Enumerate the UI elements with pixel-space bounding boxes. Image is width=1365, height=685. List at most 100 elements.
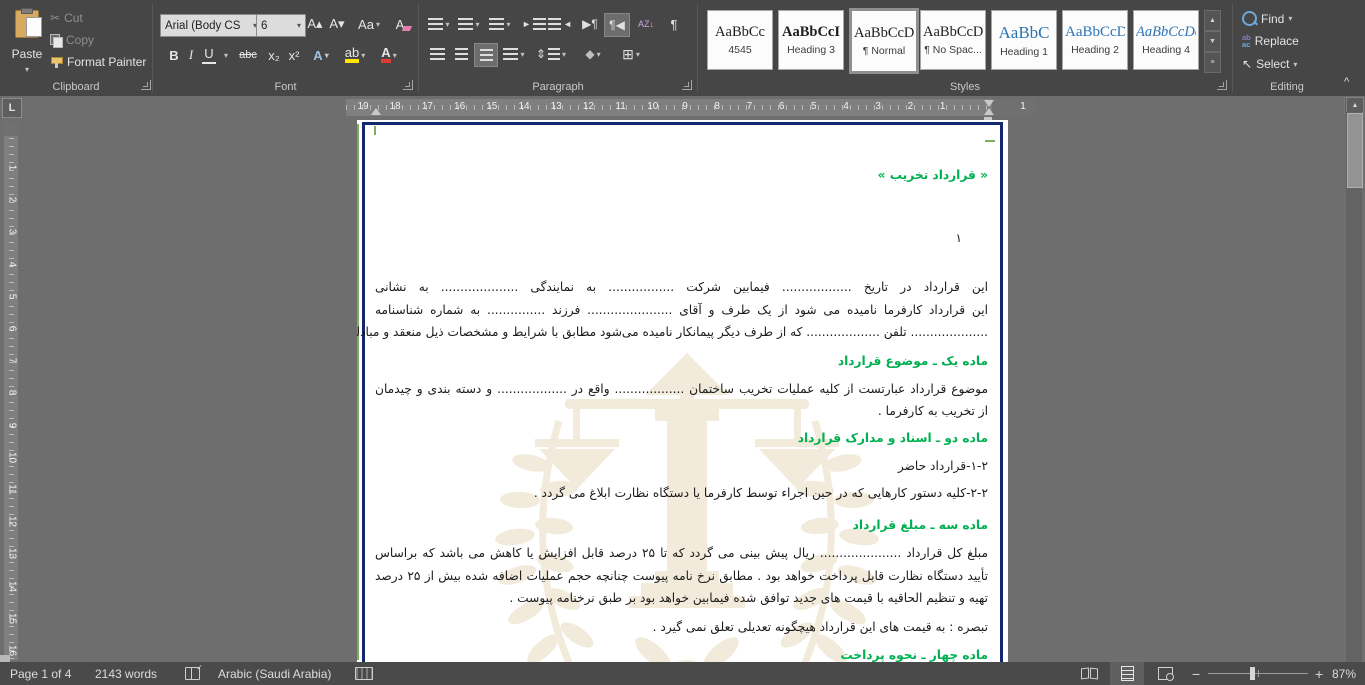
- borders-button[interactable]: ⊞▾: [616, 43, 646, 65]
- ruler-number: 18: [388, 101, 402, 112]
- chevron-down-icon[interactable]: ▾: [562, 50, 566, 59]
- first-line-indent-marker[interactable]: [984, 100, 994, 107]
- vertical-ruler[interactable]: 12345678910111213141516: [4, 122, 18, 660]
- vertical-scrollbar-thumb[interactable]: [1347, 113, 1363, 188]
- show-marks-button[interactable]: ¶: [664, 13, 684, 35]
- align-left-button[interactable]: [426, 43, 448, 65]
- styles-dialog-launcher[interactable]: [1217, 80, 1227, 90]
- proofing-status-icon[interactable]: ✓: [185, 662, 200, 685]
- superscript-button[interactable]: x²: [284, 44, 304, 66]
- text-effects-button[interactable]: A▾: [312, 44, 330, 66]
- horizontal-ruler[interactable]: 19181716151413121110987654321 1: [346, 99, 1036, 116]
- chevron-down-icon[interactable]: ▾: [1288, 14, 1292, 23]
- bullets-button[interactable]: ▾: [426, 13, 452, 35]
- paragraph-dialog-launcher[interactable]: [682, 80, 692, 90]
- chevron-down-icon[interactable]: ▾: [506, 20, 510, 29]
- chevron-down-icon[interactable]: ▾: [297, 21, 301, 30]
- sort-button[interactable]: AZ↓: [634, 13, 658, 35]
- font-dialog-launcher[interactable]: [403, 80, 413, 90]
- chevron-down-icon[interactable]: ▾: [325, 51, 329, 60]
- chevron-down-icon[interactable]: ▾: [520, 50, 524, 59]
- justify-button[interactable]: ▾: [500, 43, 528, 65]
- zoom-slider-track[interactable]: [1208, 673, 1308, 674]
- print-layout-button[interactable]: [1110, 662, 1144, 685]
- vertical-scrollbar-track[interactable]: [1346, 112, 1362, 662]
- grow-font-button[interactable]: A▴: [304, 13, 326, 35]
- language-indicator[interactable]: Arabic (Saudi Arabia): [218, 662, 331, 685]
- styles-scroll-down-button[interactable]: ▼: [1204, 31, 1221, 52]
- shrink-font-button[interactable]: A▾: [326, 13, 348, 35]
- decrease-indent-button[interactable]: ►: [522, 13, 546, 35]
- chevron-down-icon[interactable]: ▾: [445, 20, 449, 29]
- doc-line: تأیید دستگاه نظارت قابل پرداخت خواهد بود…: [375, 565, 988, 587]
- tab-selector[interactable]: L: [2, 98, 22, 118]
- document-page[interactable]: « قرارداد تخریب »۱این قرارداد در تاریخ .…: [357, 120, 1008, 662]
- chevron-down-icon[interactable]: ▾: [636, 50, 640, 59]
- cut-button[interactable]: ✂ Cut: [50, 11, 83, 25]
- paste-button[interactable]: Paste ▾: [8, 6, 46, 80]
- h-scrollbar-stub[interactable]: [0, 655, 10, 662]
- ltr-direction-button[interactable]: ▶¶: [578, 13, 602, 35]
- underline-dropdown[interactable]: ▾: [220, 44, 232, 66]
- style-card[interactable]: AaBbCcDcHeading 4: [1133, 10, 1199, 70]
- highlight-color-button[interactable]: ab▾: [342, 44, 368, 66]
- style-card[interactable]: AaBbCcDc¶ No Spac...: [920, 10, 986, 70]
- bold-button[interactable]: B: [166, 44, 182, 66]
- styles-gallery-expand-button[interactable]: ≡: [1204, 52, 1221, 73]
- align-center-button[interactable]: [450, 43, 472, 65]
- vertical-scrollbar-up-button[interactable]: ▲: [1346, 97, 1364, 113]
- increase-indent-button[interactable]: ◄: [548, 13, 572, 35]
- replace-button[interactable]: abac Replace: [1242, 34, 1299, 48]
- style-card[interactable]: AaBbCHeading 1: [991, 10, 1057, 70]
- font-color-button[interactable]: A▾: [376, 44, 402, 66]
- clipboard-dialog-launcher[interactable]: [141, 80, 151, 90]
- chevron-down-icon[interactable]: ▾: [393, 51, 397, 60]
- style-card[interactable]: AaBbCcDc¶ Normal: [849, 8, 919, 74]
- copy-button[interactable]: Copy: [50, 33, 94, 47]
- chevron-down-icon[interactable]: ▾: [475, 20, 479, 29]
- zoom-out-button[interactable]: −: [1192, 662, 1200, 685]
- align-right-button[interactable]: [474, 43, 498, 67]
- hanging-indent-marker[interactable]: [984, 108, 994, 115]
- style-card[interactable]: AaBbCcIHeading 3: [778, 10, 844, 70]
- keyboard-layout-icon[interactable]: [355, 662, 373, 685]
- document-content[interactable]: « قرارداد تخریب »۱این قرارداد در تاریخ .…: [375, 122, 988, 662]
- underline-button[interactable]: U: [202, 44, 216, 64]
- chevron-down-icon[interactable]: ▾: [1293, 60, 1297, 69]
- style-card[interactable]: AaBbCc4545: [707, 10, 773, 70]
- collapse-ribbon-button[interactable]: ^: [1344, 76, 1349, 88]
- chevron-down-icon[interactable]: ▾: [376, 20, 380, 29]
- format-painter-button[interactable]: Format Painter: [50, 55, 146, 69]
- ruler-number: 14: [517, 101, 531, 112]
- page-indicator[interactable]: Page 1 of 4: [10, 662, 71, 685]
- strikethrough-button[interactable]: abc: [234, 44, 262, 66]
- chevron-down-icon[interactable]: ▾: [597, 50, 601, 59]
- italic-button[interactable]: I: [184, 44, 198, 66]
- font-group-label: Font: [154, 81, 417, 93]
- multilevel-list-button[interactable]: ▾: [486, 13, 514, 35]
- chevron-down-icon[interactable]: ▾: [361, 51, 365, 60]
- font-size-combo[interactable]: 6 ▾: [256, 14, 306, 37]
- style-card[interactable]: AaBbCcDHeading 2: [1062, 10, 1128, 70]
- web-layout-button[interactable]: [1148, 662, 1182, 685]
- change-case-button[interactable]: Aa ▾: [354, 13, 384, 35]
- styles-scroll-up-button[interactable]: ▲: [1204, 10, 1221, 31]
- left-indent-marker[interactable]: [371, 108, 381, 115]
- subscript-button[interactable]: x₂: [264, 44, 284, 66]
- doc-line: ۲-۲-کلیه دستور کارهایی که در حین اجراء ت…: [375, 482, 988, 504]
- read-mode-button[interactable]: [1072, 662, 1106, 685]
- select-button[interactable]: ↖ Select ▾: [1242, 57, 1297, 71]
- line-spacing-button[interactable]: ⇕▾: [536, 43, 566, 65]
- rtl-direction-button[interactable]: ¶◀: [604, 13, 630, 37]
- shading-button[interactable]: ◆▾: [578, 43, 608, 65]
- clear-formatting-button[interactable]: A: [388, 13, 412, 35]
- zoom-in-button[interactable]: +: [1315, 662, 1323, 685]
- numbering-button[interactable]: ▾: [456, 13, 482, 35]
- zoom-slider-thumb[interactable]: [1250, 667, 1255, 680]
- font-name-combo[interactable]: Arial (Body CS ▾: [160, 14, 262, 37]
- paste-dropdown[interactable]: ▾: [25, 65, 29, 74]
- grow-font-icon: A▴: [307, 16, 322, 32]
- word-count[interactable]: 2143 words: [95, 662, 157, 685]
- zoom-level[interactable]: 87%: [1332, 662, 1356, 685]
- find-button[interactable]: Find ▾: [1242, 11, 1292, 26]
